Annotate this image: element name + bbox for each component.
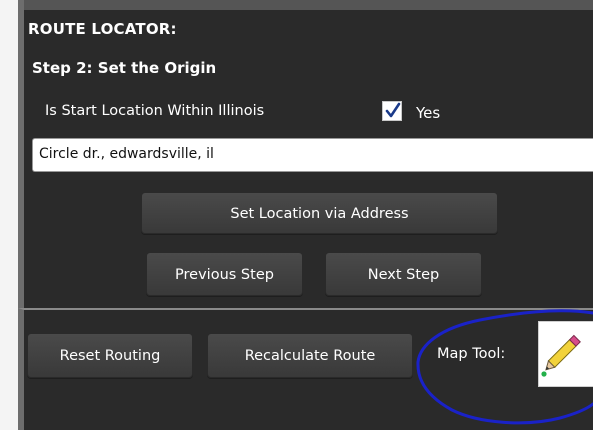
- panel-top-border: [18, 0, 593, 10]
- address-input[interactable]: Circle dr., edwardsville, il: [32, 138, 593, 172]
- previous-step-button[interactable]: Previous Step: [146, 252, 303, 296]
- reset-routing-button[interactable]: Reset Routing: [27, 333, 193, 378]
- set-location-button[interactable]: Set Location via Address: [141, 192, 498, 234]
- pencil-icon: [541, 334, 581, 377]
- panel-title: ROUTE LOCATOR:: [28, 20, 177, 38]
- step-title: Step 2: Set the Origin: [32, 59, 217, 77]
- within-illinois-checkbox[interactable]: [382, 101, 402, 121]
- within-illinois-label: Is Start Location Within Illinois: [45, 103, 265, 119]
- recalculate-route-button[interactable]: Recalculate Route: [207, 333, 413, 378]
- checkmark-icon: [385, 102, 401, 118]
- map-tool-button[interactable]: [538, 321, 593, 387]
- map-tool-label: Map Tool:: [437, 346, 506, 362]
- yes-label: Yes: [416, 104, 441, 122]
- next-step-button[interactable]: Next Step: [325, 252, 482, 296]
